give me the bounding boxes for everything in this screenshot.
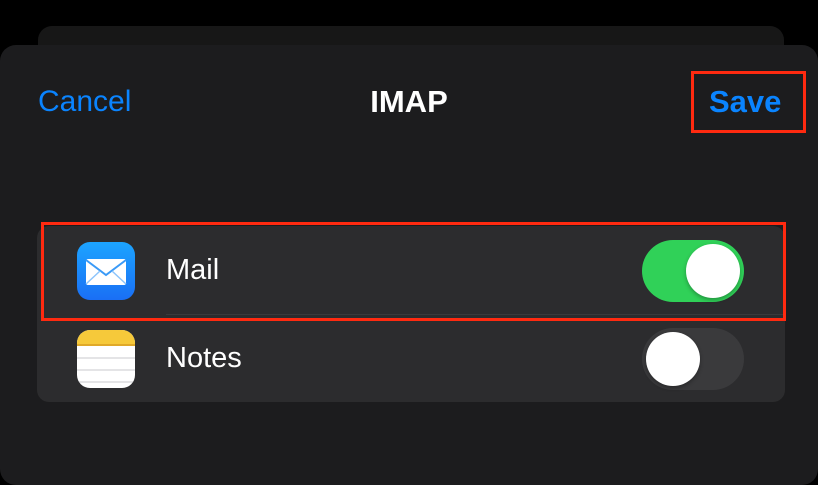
- save-highlight-box: [691, 71, 806, 133]
- notes-toggle[interactable]: [642, 328, 744, 390]
- list-item-notes: Notes: [37, 314, 785, 402]
- notes-icon: [77, 330, 135, 388]
- notes-label: Notes: [166, 342, 242, 374]
- mail-highlight-box: [41, 222, 786, 321]
- toggle-knob: [646, 332, 700, 386]
